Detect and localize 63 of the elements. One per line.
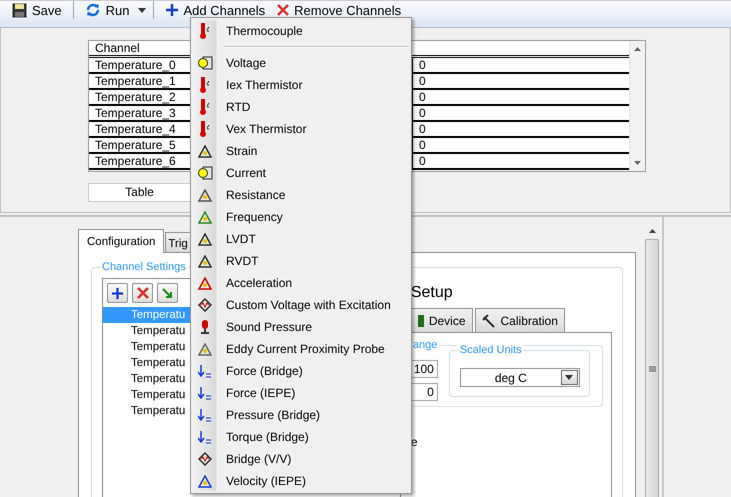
tool-icon: [482, 314, 496, 328]
tab[interactable]: Calibration: [474, 308, 565, 332]
toolbar-button[interactable]: Remove Channels: [273, 1, 406, 19]
view-dropdown[interactable]: Table: [88, 183, 191, 202]
table-cell-text: 0: [418, 122, 427, 136]
max-field[interactable]: 100: [410, 360, 438, 378]
scroll-up-icon: [648, 229, 656, 233]
column-header: Channel: [94, 41, 141, 55]
menu-item[interactable]: Bridge (V/V): [193, 448, 409, 470]
arrow-icon: [161, 286, 174, 300]
microphone-icon: [199, 319, 211, 335]
min-field[interactable]: 0: [410, 383, 438, 401]
scroll-thumb[interactable]: [645, 239, 659, 497]
section-title: Setup: [410, 284, 454, 303]
units-dropdown[interactable]: deg C: [460, 368, 580, 387]
arrow-icon: [198, 364, 212, 378]
scrollbar[interactable]: [629, 41, 645, 171]
refresh-icon: [84, 2, 101, 18]
table-cell-text: 0: [418, 106, 427, 120]
tab[interactable]: Device: [410, 308, 473, 332]
thermometer-icon: [199, 120, 211, 138]
group-title: Channel Settings: [100, 260, 188, 274]
toolbar-button[interactable]: Save: [8, 1, 66, 19]
add-button[interactable]: [107, 283, 128, 303]
table-cell-text: 0: [418, 90, 427, 104]
table-cell-text: 0: [418, 138, 427, 152]
arrow-icon: [198, 430, 212, 444]
grip-icon: [648, 366, 656, 372]
scroll-up-icon: [634, 47, 641, 51]
delete-button[interactable]: [132, 283, 153, 303]
thermometer-icon: [199, 22, 211, 40]
toolbar-button[interactable]: Run: [80, 1, 134, 19]
thermometer-icon: [199, 76, 211, 94]
menu-item[interactable]: Eddy Current Proximity Probe: [193, 338, 409, 360]
arrow-icon: [198, 386, 212, 400]
delete-icon: [136, 287, 148, 299]
dropdown-button[interactable]: [560, 370, 578, 385]
plus-icon: [111, 286, 124, 300]
menu-item[interactable]: Thermocouple: [193, 20, 409, 42]
caret-icon: [565, 375, 574, 380]
menu-item[interactable]: Force (IEPE): [193, 382, 409, 404]
move-button[interactable]: [157, 283, 178, 303]
menu-item[interactable]: Custom Voltage with Excitation: [193, 294, 409, 316]
menu-item[interactable]: Acceleration: [193, 272, 409, 294]
tab[interactable]: Configuration: [78, 229, 164, 253]
menu-item[interactable]: Velocity (IEPE): [193, 470, 409, 492]
menu-item[interactable]: Force (Bridge): [193, 360, 409, 382]
menu-item[interactable]: Pressure (Bridge): [193, 404, 409, 426]
thermometer-icon: [199, 98, 211, 116]
arrow-icon: [198, 408, 212, 422]
menu-item[interactable]: RVDT: [193, 250, 409, 272]
table-cell-text: 0: [418, 154, 427, 168]
menu-item[interactable]: Resistance: [193, 184, 409, 206]
delete-icon: [277, 4, 290, 16]
menu-item[interactable]: Torque (Bridge): [193, 426, 409, 448]
table-cell-text: 0: [418, 58, 427, 72]
toolbar-button[interactable]: Add Channels: [160, 1, 270, 19]
menu-item[interactable]: Frequency: [193, 206, 409, 228]
menu-item[interactable]: Sound Pressure: [193, 316, 409, 338]
plus-icon: [164, 3, 178, 17]
table-cell-text: 0: [418, 74, 427, 88]
dropdown-caret-icon: [138, 8, 146, 12]
scroll-down-icon: [634, 161, 641, 165]
